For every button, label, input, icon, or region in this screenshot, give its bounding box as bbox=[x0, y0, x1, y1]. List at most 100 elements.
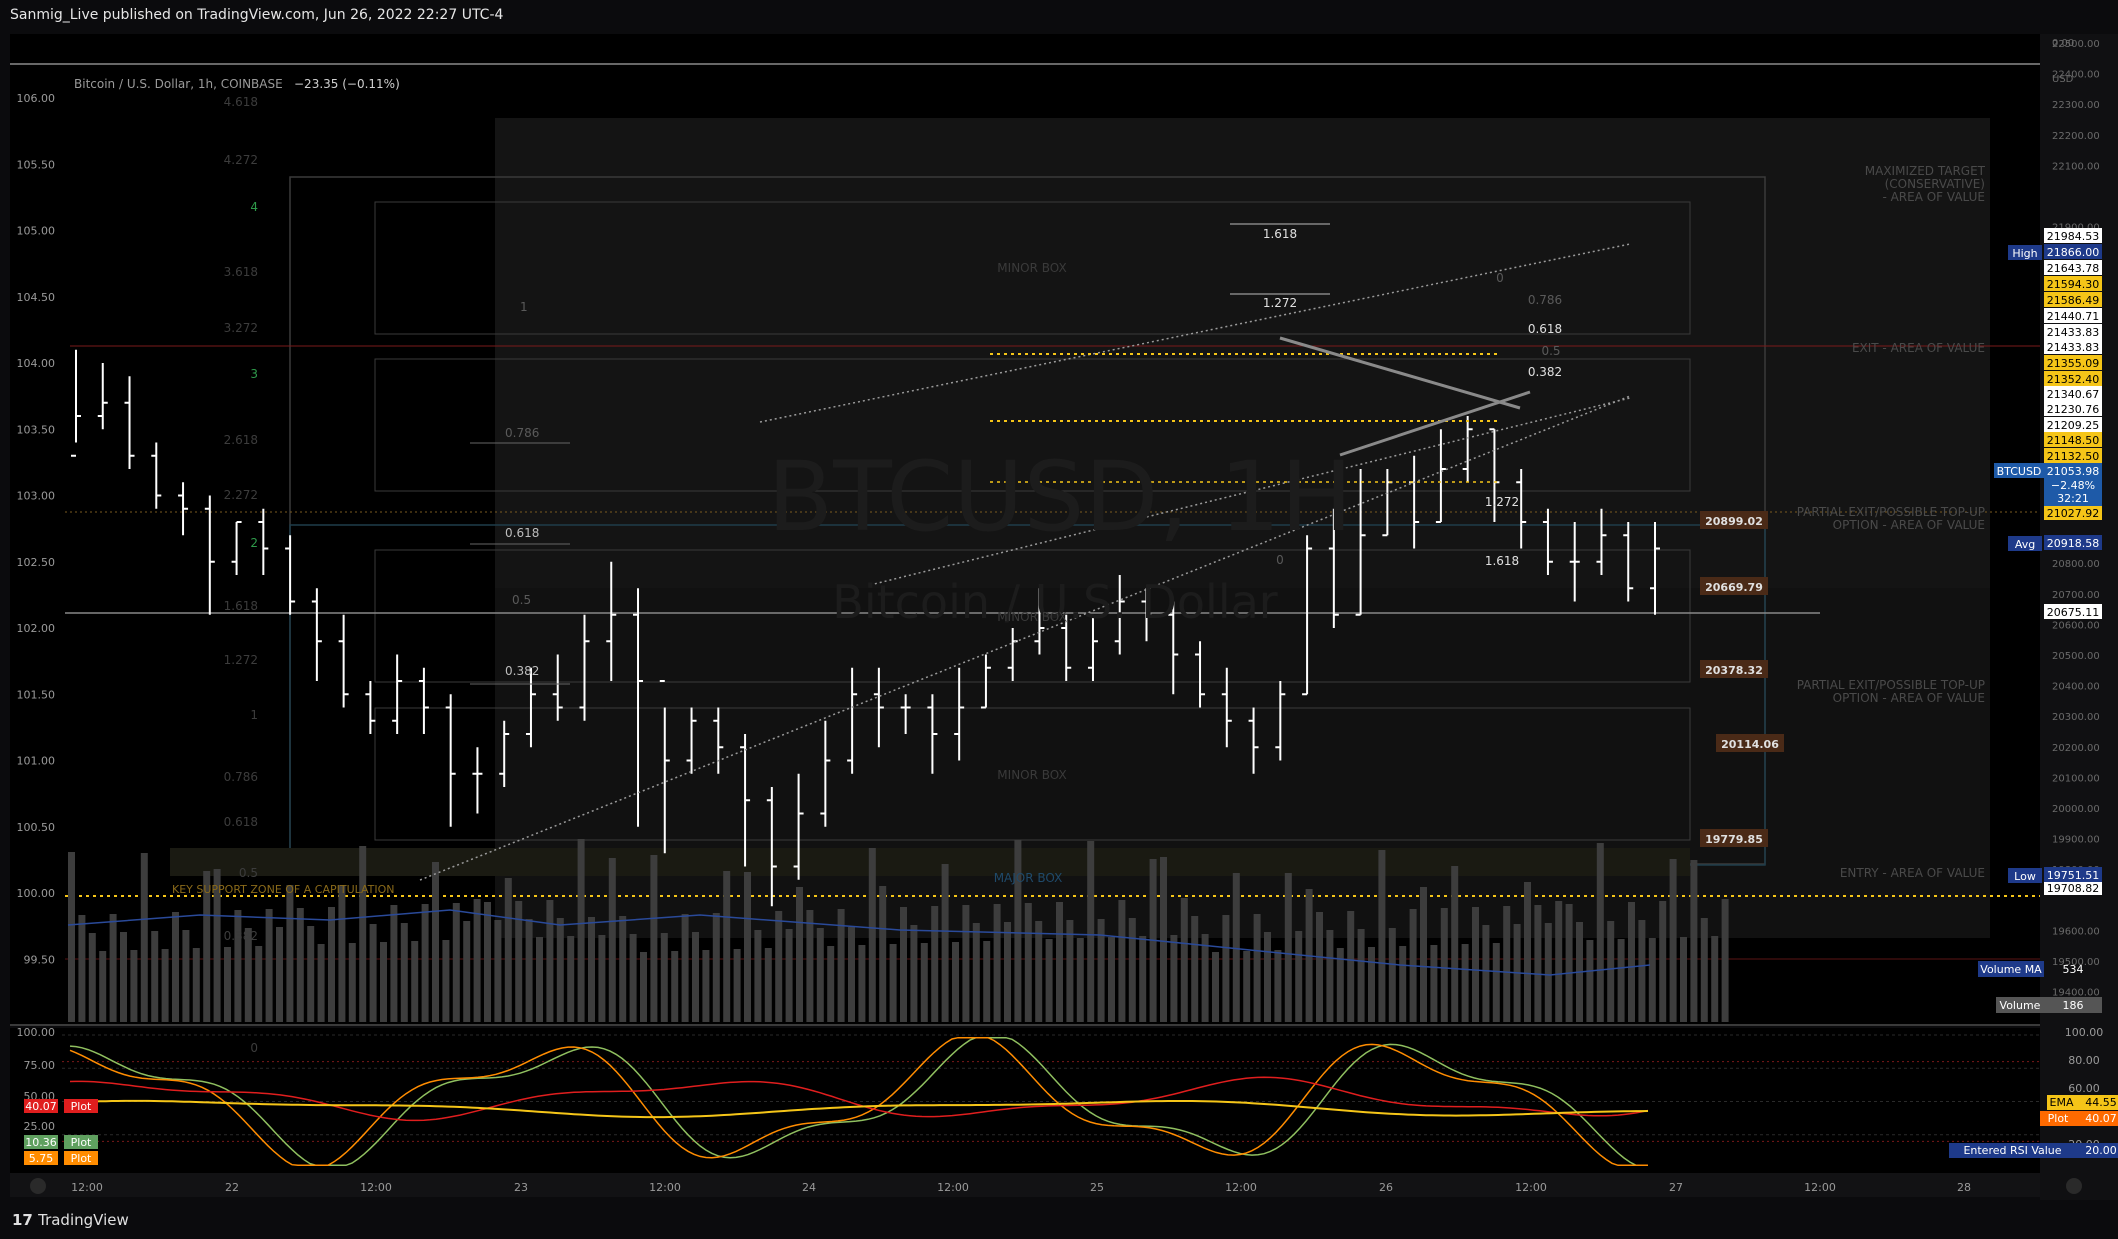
volume-bar bbox=[1212, 952, 1219, 1022]
left-axis-label: 100.00 bbox=[17, 887, 56, 900]
volume-bar bbox=[775, 911, 783, 1022]
exit-label: EXIT - AREA OF VALUE bbox=[1852, 341, 1985, 355]
right-axis-label: 20300.00 bbox=[2052, 712, 2100, 723]
max-target-label: (CONSERVATIVE) bbox=[1885, 177, 1985, 191]
time-axis-label: 23 bbox=[514, 1181, 528, 1194]
volume-bar bbox=[265, 909, 273, 1022]
volume-bar bbox=[588, 917, 595, 1022]
time-axis-label: 12:00 bbox=[1515, 1181, 1547, 1194]
low-tag-label: Low bbox=[2014, 870, 2036, 883]
volume-bar bbox=[1420, 887, 1427, 1022]
volume-bar bbox=[120, 932, 127, 1022]
volume-bar bbox=[1326, 930, 1334, 1022]
volume-bar bbox=[598, 935, 606, 1022]
price-tag: 19708.82 bbox=[2047, 882, 2100, 895]
left-axis-label: 100.50 bbox=[17, 821, 56, 834]
price-tag: 21586.49 bbox=[2047, 294, 2100, 307]
symbol-tag: BTCUSD bbox=[1997, 465, 2042, 478]
volume-bar bbox=[1035, 921, 1043, 1022]
volume-bar bbox=[348, 943, 356, 1022]
axis-zoom-circle bbox=[30, 1178, 46, 1194]
fib-left-label: 0.5 bbox=[239, 866, 258, 880]
right-axis-label: 20000.00 bbox=[2052, 804, 2100, 815]
volume-bar bbox=[1648, 938, 1656, 1022]
fib-left-label: 4.618 bbox=[224, 95, 258, 109]
left-axis-label: 99.50 bbox=[24, 953, 56, 966]
box-price-text: 20899.02 bbox=[1705, 515, 1763, 528]
price-tag: 21433.83 bbox=[2047, 341, 2100, 354]
volume-bar bbox=[1492, 943, 1500, 1022]
volume-bar bbox=[827, 946, 835, 1022]
right-axis-label: 19900.00 bbox=[2052, 835, 2100, 846]
low-tag-value: 19751.51 bbox=[2047, 869, 2100, 882]
volume-bar bbox=[650, 855, 658, 1022]
fib-left-label: 0 bbox=[250, 1041, 258, 1055]
volume-bar bbox=[1690, 860, 1698, 1022]
fib-left-label: 0.382 bbox=[224, 929, 258, 943]
volume-bar bbox=[1316, 912, 1323, 1022]
volume-bar bbox=[1596, 843, 1604, 1022]
volume-bar bbox=[941, 864, 949, 1022]
time-axis-label: 28 bbox=[1957, 1181, 1971, 1194]
brand-name: TradingView bbox=[38, 1211, 129, 1229]
osc-right-tag-name: Entered RSI Value bbox=[1963, 1144, 2061, 1157]
volume-bar bbox=[868, 848, 876, 1022]
volume-bar bbox=[380, 942, 387, 1022]
right-axis-label: 20400.00 bbox=[2052, 682, 2100, 693]
right-axis-label: 19400.00 bbox=[2052, 988, 2100, 999]
volume-bar bbox=[172, 912, 179, 1022]
osc-right-tag-value: 40.07 bbox=[2085, 1112, 2117, 1125]
osc-axis-right-label: 100.00 bbox=[2065, 1026, 2104, 1039]
right-axis-label: 20200.00 bbox=[2052, 743, 2100, 754]
volume-bar bbox=[1243, 951, 1251, 1022]
volume-bar bbox=[1586, 940, 1594, 1022]
volume-bar bbox=[463, 921, 471, 1022]
volume-bar bbox=[1534, 905, 1542, 1022]
price-chart[interactable]: BTCUSD, 1HBitcoin / U.S. DollarBitcoin /… bbox=[0, 0, 2118, 1200]
volume-bar bbox=[88, 933, 96, 1022]
volume-bar bbox=[1721, 899, 1729, 1022]
volume-bar bbox=[276, 927, 283, 1022]
right-axis-label: 22500.00 bbox=[2052, 39, 2100, 50]
watermark-ticker: BTCUSD, 1H bbox=[767, 441, 1352, 553]
avg-tag-label: Avg bbox=[2015, 538, 2035, 551]
volume-bar bbox=[473, 899, 481, 1022]
right-axis-label: 22100.00 bbox=[2052, 161, 2100, 172]
volume-bar bbox=[452, 903, 460, 1022]
fib-left-label: 3 bbox=[250, 367, 258, 381]
volume-bar bbox=[255, 946, 263, 1022]
osc-left-value: 5.75 bbox=[29, 1152, 54, 1165]
volume-bar bbox=[1388, 928, 1396, 1022]
right-axis-label: 20100.00 bbox=[2052, 773, 2100, 784]
fib-left-label: 0.786 bbox=[224, 770, 258, 784]
right-axis-label: 20600.00 bbox=[2052, 620, 2100, 631]
volume-bar bbox=[1180, 898, 1188, 1022]
time-axis-label: 24 bbox=[802, 1181, 816, 1194]
price-tag: 21433.83 bbox=[2047, 326, 2100, 339]
volume-ma-label: Volume MA bbox=[1980, 963, 2042, 976]
volume-bar bbox=[1555, 901, 1563, 1022]
footer-bar: 17 TradingView bbox=[0, 1203, 2118, 1239]
volume-bar bbox=[338, 885, 346, 1022]
volume-bar bbox=[1160, 857, 1167, 1022]
right-axis-label: 22200.00 bbox=[2052, 131, 2100, 142]
volume-bar bbox=[1066, 920, 1074, 1022]
volume-bar bbox=[920, 943, 928, 1022]
volume-bar bbox=[952, 942, 959, 1022]
fib-top-1618: 1.618 bbox=[1263, 227, 1297, 241]
box-price-text: 20114.06 bbox=[1721, 738, 1779, 751]
partial-exit-label-1: OPTION - AREA OF VALUE bbox=[1833, 518, 1985, 532]
time-axis-label: 12:00 bbox=[1225, 1181, 1257, 1194]
volume-bar bbox=[525, 919, 533, 1022]
price-tag: 21148.50 bbox=[2047, 434, 2100, 447]
volume-bar bbox=[858, 945, 866, 1022]
price-tag: 21355.09 bbox=[2047, 357, 2100, 370]
osc-right-tag-name: EMA bbox=[2050, 1096, 2074, 1109]
volume-bar bbox=[931, 906, 939, 1022]
fib-left-label: 2.272 bbox=[224, 488, 258, 502]
partial-exit-label-2: PARTIAL EXIT/POSSIBLE TOP-UP bbox=[1797, 678, 1985, 692]
volume-bar bbox=[1201, 934, 1209, 1022]
volume-bar bbox=[1045, 939, 1053, 1022]
time-axis-label: 12:00 bbox=[649, 1181, 681, 1194]
tradingview-logo[interactable]: 17 TradingView bbox=[12, 1211, 129, 1229]
